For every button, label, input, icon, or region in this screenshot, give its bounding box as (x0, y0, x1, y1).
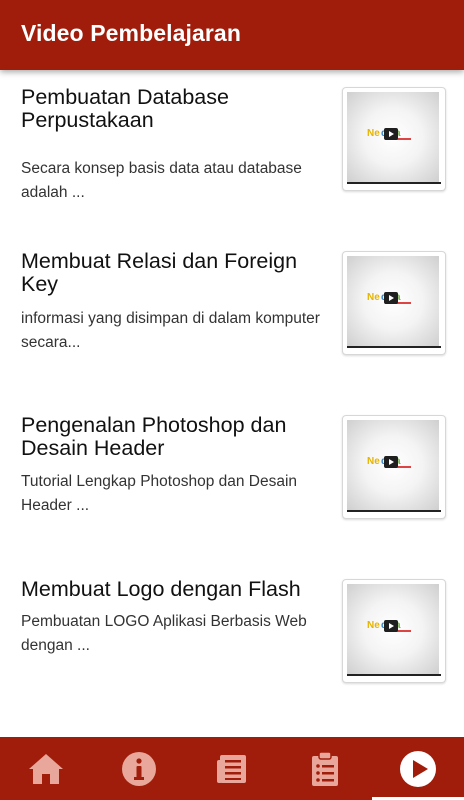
play-icon (384, 292, 398, 304)
nav-materi[interactable] (186, 737, 278, 800)
app-bar: Video Pembelajaran (0, 0, 464, 70)
video-title: Pengenalan Photoshop dan Desain Header (21, 413, 287, 460)
nav-video[interactable] (372, 737, 464, 800)
nav-home[interactable] (0, 737, 92, 800)
video-description: Secara konsep basis data atau database a… (21, 160, 302, 201)
nav-info[interactable] (93, 737, 185, 800)
clipboard-list-icon (312, 750, 338, 786)
video-list-item[interactable]: Pengenalan Photoshop dan Desain Header T… (0, 414, 464, 534)
info-icon (122, 751, 156, 786)
video-list-item[interactable]: Membuat Relasi dan Foreign Key informasi… (0, 250, 464, 370)
video-title: Pembuatan Database Perpustakaan (21, 85, 229, 132)
page-title: Video Pembelajaran (21, 20, 241, 46)
video-description: Tutorial Lengkap Photoshop dan Desain He… (21, 473, 298, 514)
bottom-navigation (0, 737, 464, 800)
video-description: informasi yang disimpan di dalam kompute… (21, 310, 320, 351)
home-icon (29, 753, 63, 784)
video-description: Pembuatan LOGO Aplikasi Berbasis Web den… (21, 613, 307, 654)
play-icon (384, 620, 398, 632)
video-title: Membuat Relasi dan Foreign Key (21, 249, 298, 296)
play-circle-icon (400, 750, 436, 787)
svg-text:Ne: Ne (367, 128, 380, 139)
svg-text:Ne: Ne (367, 292, 380, 303)
newspaper-icon (217, 754, 246, 783)
video-thumbnail[interactable]: Ne di a (342, 579, 446, 683)
video-thumbnail[interactable]: Ne di a (342, 251, 446, 355)
video-title: Membuat Logo dengan Flash (21, 577, 301, 601)
video-list-item[interactable]: Membuat Logo dengan Flash Pembuatan LOGO… (0, 578, 464, 698)
video-thumbnail[interactable]: Ne di a (342, 415, 446, 519)
nav-tugas[interactable] (279, 737, 371, 800)
video-list-item[interactable]: Pembuatan Database Perpustakaan Secara k… (0, 86, 464, 206)
play-icon (384, 128, 398, 140)
play-icon (384, 456, 398, 468)
video-thumbnail[interactable]: Ne di a (342, 87, 446, 191)
svg-text:Ne: Ne (367, 620, 380, 631)
svg-text:Ne: Ne (367, 456, 380, 467)
